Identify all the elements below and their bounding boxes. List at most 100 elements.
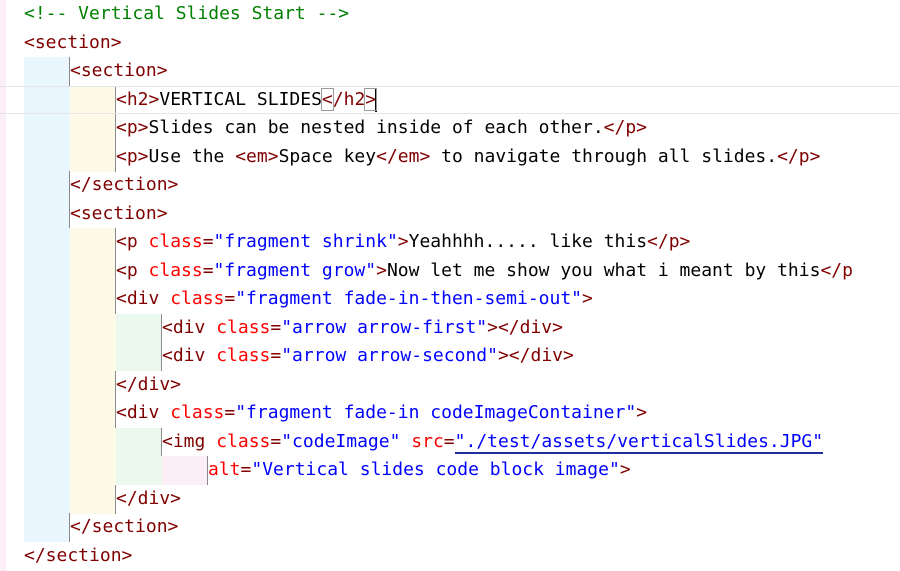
indent-guide-block: [70, 456, 116, 485]
code-line[interactable]: <p class="fragment grow">Now let me show…: [116, 257, 853, 285]
code-token: <p>: [116, 145, 149, 167]
code-token: Slides can be nested inside of each othe…: [148, 117, 604, 138]
code-line[interactable]: <p class="fragment shrink">Yeahhhh..... …: [116, 228, 690, 256]
indent-guide-block: [162, 456, 208, 485]
code-token: VERTICAL SLIDES: [159, 88, 322, 110]
code-token: <p>: [116, 117, 149, 138]
indent-guide-block: [70, 370, 116, 400]
code-line[interactable]: <section>: [70, 57, 168, 85]
code-token: alt: [208, 459, 241, 480]
code-token: class: [216, 345, 271, 366]
code-token: <section>: [70, 202, 168, 224]
code-token: =: [202, 231, 214, 252]
code-token: "arrow arrow-first": [281, 316, 488, 338]
code-line[interactable]: <div class="fragment fade-in-then-semi-o…: [116, 285, 593, 313]
indent-guide-block: [24, 456, 70, 485]
code-token: <div: [162, 345, 217, 366]
code-line[interactable]: <p>Slides can be nested inside of each o…: [116, 114, 647, 142]
code-token: class: [216, 430, 271, 452]
code-token: </p>: [603, 117, 648, 138]
code-token: </section>: [70, 516, 179, 537]
code-line[interactable]: <div class="arrow arrow-second"></div>: [162, 342, 574, 370]
code-token: <h2>: [116, 88, 160, 110]
code-line[interactable]: <div class="arrow arrow-first"></div>: [162, 314, 563, 342]
indent-guide-block: [24, 399, 70, 428]
code-line[interactable]: </section>: [24, 542, 132, 570]
indent-guide-block: [116, 313, 162, 343]
indent-guide-block: [24, 285, 70, 314]
code-token: >: [636, 402, 648, 423]
code-token: =: [270, 345, 282, 366]
indent-guide-block: [24, 171, 70, 200]
code-token: <em>: [235, 145, 279, 167]
indent-guide-block: [70, 114, 116, 143]
indent-guide-block: [116, 456, 162, 485]
indent-guide-block: [70, 399, 116, 428]
code-line[interactable]: <section>: [70, 200, 168, 228]
code-token: <: [320, 87, 334, 111]
code-token: Yeahhhh..... like this: [408, 231, 648, 252]
indent-guide-block: [116, 342, 162, 371]
code-token: ></div>: [497, 345, 574, 366]
code-token: =: [224, 288, 236, 309]
indent-guide-block: [24, 313, 70, 343]
code-token: "Vertical slides code block image": [251, 459, 620, 480]
code-token: =: [202, 259, 214, 281]
code-line[interactable]: <img class="codeImage" src="./test/asset…: [162, 428, 824, 456]
indent-guide-block: [70, 256, 116, 286]
indent-guide-block: [24, 427, 70, 457]
code-token: Now let me show you what i meant by this: [386, 259, 821, 281]
code-token: Space key: [278, 145, 377, 167]
indent-guide-block: [70, 342, 116, 371]
code-token: =: [443, 430, 455, 452]
code-line[interactable]: </section>: [70, 171, 178, 199]
code-token: </p>: [777, 145, 821, 167]
indent-guide-block: [24, 370, 70, 400]
code-token: class: [216, 316, 271, 338]
indent-guide-block: [116, 427, 162, 457]
code-line[interactable]: </div>: [116, 485, 181, 513]
code-editor[interactable]: <!-- Vertical Slides Start --> <section> <…: [0, 0, 900, 571]
code-token: to navigate through all slides.: [430, 145, 778, 167]
code-token: src: [411, 430, 444, 452]
indent-guide-block: [24, 142, 70, 172]
indent-guide-block: [24, 228, 70, 257]
code-token: class: [170, 288, 225, 309]
code-token: </em>: [376, 145, 431, 167]
indent-guide-block: [24, 114, 70, 143]
code-token: /h2: [332, 88, 366, 110]
code-token: =: [240, 459, 252, 480]
code-line[interactable]: <h2>VERTICAL SLIDES</h2>: [116, 86, 378, 114]
code-token: </div>: [116, 487, 182, 509]
code-token: <p: [116, 259, 149, 281]
code-token: <div: [116, 288, 171, 309]
code-token: ></div>: [487, 316, 563, 338]
code-token: <section>: [70, 60, 168, 81]
code-line[interactable]: </section>: [70, 513, 178, 541]
code-line[interactable]: <section>: [24, 29, 122, 57]
text-caret: [375, 87, 378, 112]
indent-guide-block: [70, 313, 116, 343]
code-line[interactable]: <!-- Vertical Slides Start -->: [24, 0, 349, 28]
indent-guide-block: [70, 484, 116, 514]
code-token: >: [376, 259, 387, 281]
code-token: </section>: [24, 544, 133, 566]
code-line[interactable]: alt="Vertical slides code block image">: [208, 456, 631, 484]
code-token: <!-- Vertical Slides Start -->: [24, 3, 350, 24]
code-token: >: [619, 459, 631, 480]
code-token: "fragment shrink": [213, 231, 398, 252]
code-line[interactable]: <p>Use the <em>Space key</em> to navigat…: [116, 143, 820, 171]
indent-guide-block: [70, 427, 116, 457]
code-token: <p: [116, 231, 149, 252]
code-token: Use the: [148, 145, 236, 167]
code-token: class: [170, 402, 225, 423]
indent-guide-block: [70, 285, 116, 314]
indent-guide-block: [24, 342, 70, 371]
code-token: "codeImage": [281, 430, 401, 452]
code-token: </p>: [647, 231, 691, 252]
code-token: =: [270, 430, 282, 452]
code-line[interactable]: <div class="fragment fade-in codeImageCo…: [116, 399, 647, 427]
indent-guide-block: [24, 484, 70, 514]
code-line[interactable]: </div>: [116, 371, 181, 399]
